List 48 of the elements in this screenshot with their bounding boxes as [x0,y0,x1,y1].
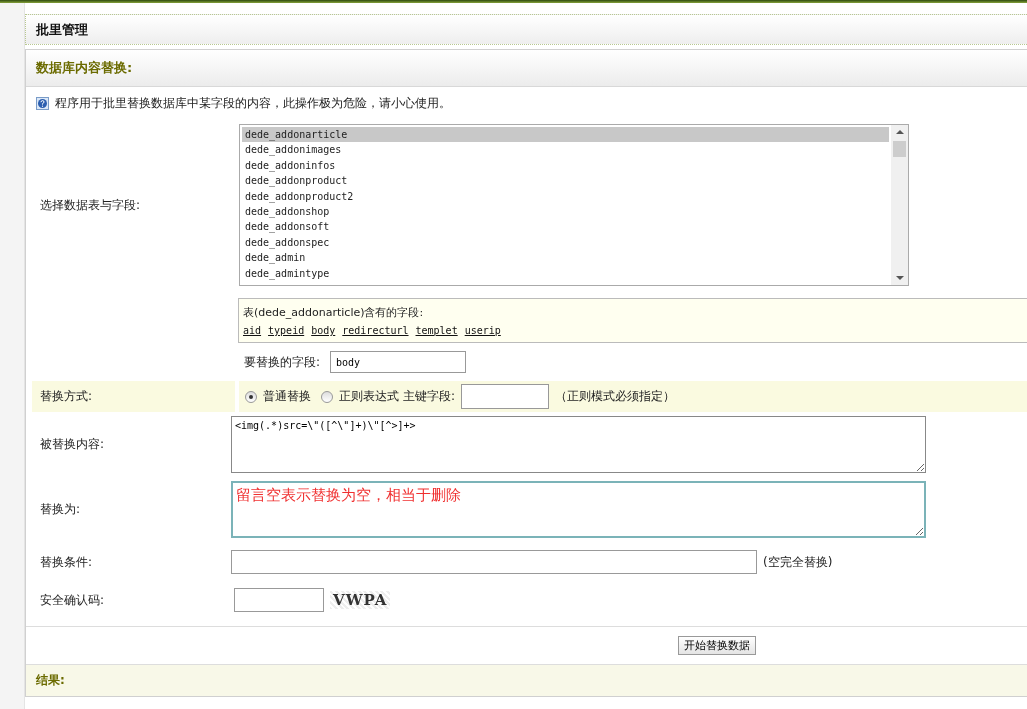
fields-caption: 表(dede_addonarticle)含有的字段: [243,305,425,320]
notice-text: 程序用于批里替换数据库中某字段的内容，此操作极为危险，请小心使用。 [55,95,451,112]
list-item[interactable]: dede_addoninfos [242,157,889,174]
list-item[interactable]: dede_addonarticle [242,127,889,143]
scrollbar[interactable] [891,125,908,285]
page-title: 批里管理 [25,14,1027,45]
field-link[interactable]: userip [464,325,501,336]
field-label: 替换为: [39,501,82,518]
field-link[interactable]: templet [415,325,458,336]
field-link[interactable]: aid [243,325,262,336]
field-label: 要替换的字段: [244,353,321,371]
field-label: 替换方式: [39,388,93,405]
hint-text: (空完全替换) [763,553,833,571]
captcha-image: VWPA [330,591,391,609]
scroll-down-icon[interactable] [895,276,904,280]
replace-textarea[interactable]: 留言空表示替换为空，相当于删除 [231,481,926,538]
list-item[interactable]: dede_admin [242,250,889,266]
list-item[interactable]: dede_addonproduct [242,173,889,189]
key-label: 主键字段: [403,388,456,405]
help-icon [36,97,49,110]
find-textarea[interactable]: <img(.*)src=\"([^\"]+)\"[^>]+> [231,416,926,473]
hint-text: （正则模式必须指定） [555,388,676,405]
radio-label: 正则表达式 [339,388,399,405]
key-input[interactable] [461,384,550,409]
field-link[interactable]: redirecturl [342,325,409,336]
scroll-thumb[interactable] [893,141,906,157]
list-item[interactable]: dede_addonsoft [242,219,889,235]
field-label: 选择数据表与字段: [39,196,142,214]
field-label: 被替换内容: [39,436,106,453]
radio-button[interactable] [321,390,333,403]
captcha-input[interactable] [234,588,324,612]
radio-label: 普通替换 [263,388,311,405]
table-listbox[interactable]: dede_addonarticle dede_addonimages dede_addoninfos dede_addonproduct dede_addonproduct2 dede_addonshop dede_addonsoft dede_addonspec dede_admin dede_admintype [239,124,909,286]
list-item[interactable]: dede_admintype [242,265,889,281]
radio-button[interactable] [245,390,257,403]
list-item[interactable]: dede_addonproduct2 [242,188,889,204]
result-label: 结果: [26,664,1027,696]
list-item[interactable]: dede_addonshop [242,203,889,220]
list-item[interactable]: dede_addonspec [242,234,889,251]
field-label: 替换条件: [39,553,94,571]
list-item[interactable]: dede_addonimages [242,142,889,158]
field-label: 安全确认码: [39,591,106,609]
field-input[interactable]: body [330,351,467,373]
scroll-up-icon[interactable] [895,130,904,134]
submit-button[interactable]: 开始替换数据 [677,636,756,655]
condition-input[interactable] [231,550,757,574]
field-link[interactable]: typeid [268,325,305,336]
field-link[interactable]: body [311,325,336,336]
